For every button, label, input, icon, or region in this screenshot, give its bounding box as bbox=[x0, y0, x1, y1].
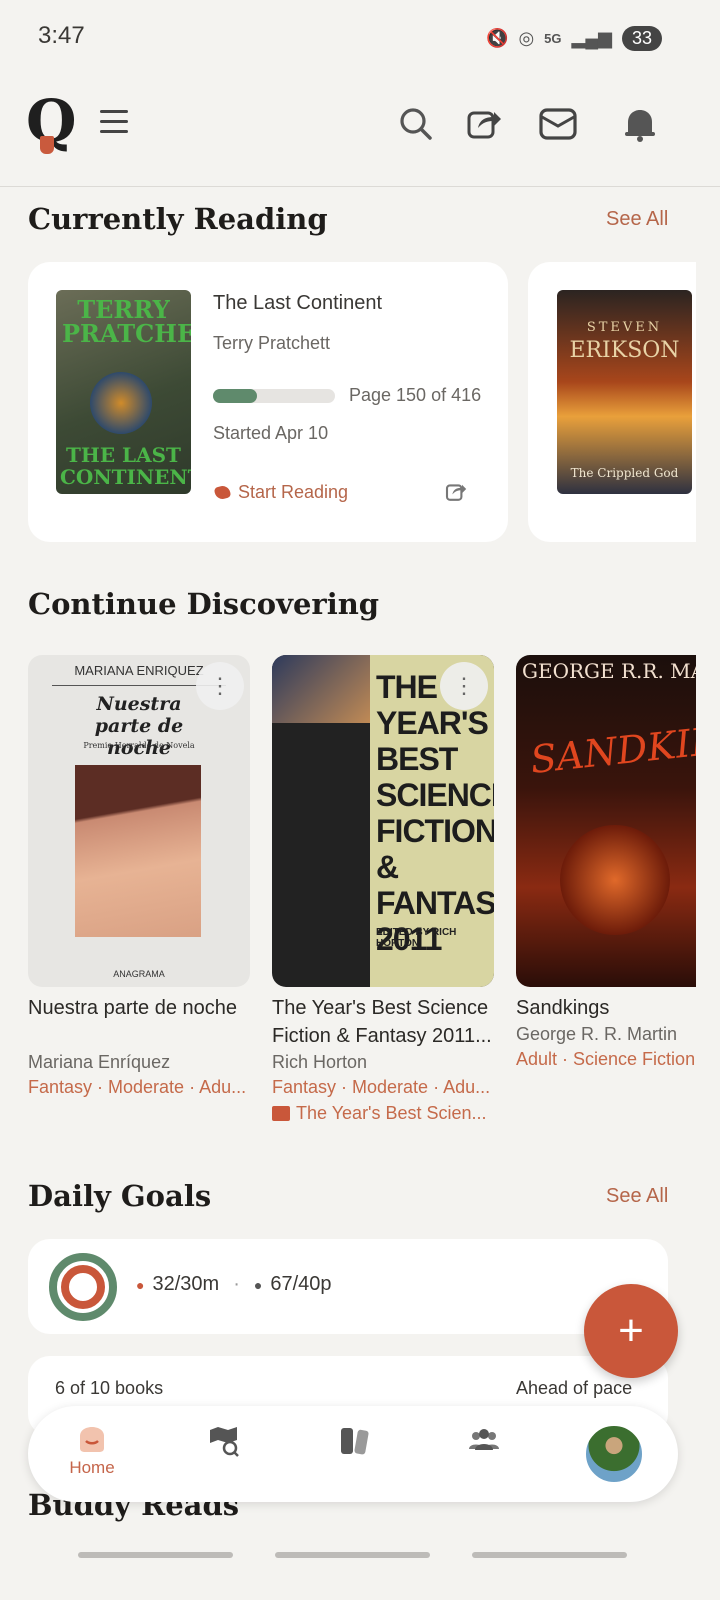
menu-icon[interactable] bbox=[100, 110, 128, 136]
nav-library[interactable] bbox=[324, 1424, 384, 1484]
next-book-card[interactable]: STEVEN ERIKSON The Crippled God bbox=[528, 262, 696, 542]
nav-discover[interactable] bbox=[194, 1424, 254, 1484]
status-time: 3:47 bbox=[38, 22, 85, 49]
page-progress-text: Page 150 of 416 bbox=[349, 385, 482, 405]
header-divider bbox=[0, 186, 720, 187]
goal-separator: · bbox=[233, 1273, 240, 1295]
goal-rings-icon bbox=[48, 1252, 118, 1322]
started-date: Started Apr 10 bbox=[213, 423, 329, 443]
scroll-indicator-3 bbox=[472, 1552, 627, 1558]
series-book-icon bbox=[272, 1106, 290, 1121]
logo-tail bbox=[40, 136, 54, 154]
next-cover-title: The Crippled God bbox=[570, 466, 679, 480]
minutes-dot-icon: ● bbox=[136, 1276, 145, 1293]
start-reading-label: Start Reading bbox=[238, 482, 349, 502]
goal-stats: ● 32/30m · ● 67/40p bbox=[136, 1273, 332, 1296]
book-2-more-icon[interactable]: ⋮ bbox=[440, 662, 488, 710]
current-book-card[interactable]: TERRY PRATCHETT THE LAST CONTINENT The L… bbox=[28, 262, 508, 542]
cover-bottom-text: THE LAST CONTINENT bbox=[60, 443, 191, 489]
cover-3-author: GEORGE R.R. MARTIN bbox=[522, 659, 696, 683]
cover-2-title: THE YEAR'S BEST SCIENCE FICTION & FANTAS… bbox=[376, 669, 494, 957]
minutes-goal: 32/30m bbox=[152, 1273, 220, 1295]
current-book-author[interactable]: Terry Pratchett bbox=[213, 333, 330, 354]
avatar bbox=[584, 1424, 644, 1484]
reading-progress-fill bbox=[213, 389, 257, 403]
add-button[interactable]: + bbox=[584, 1284, 678, 1378]
inbox-icon[interactable] bbox=[538, 104, 578, 144]
card-share-icon[interactable] bbox=[444, 480, 468, 509]
cover-2-editor: EDITED BY RICH HORTON bbox=[376, 927, 457, 949]
start-reading-button[interactable]: Start Reading bbox=[213, 482, 349, 503]
discover-book-2-author[interactable]: Rich Horton bbox=[272, 1052, 367, 1073]
discover-book-3-author[interactable]: George R. R. Martin bbox=[516, 1024, 677, 1045]
currently-reading-title: Currently Reading bbox=[28, 202, 328, 236]
books-goal-text: 6 of 10 books bbox=[55, 1378, 164, 1398]
daily-goals-card[interactable]: ● 32/30m · ● 67/40p bbox=[28, 1239, 668, 1334]
reading-progress-bar bbox=[213, 389, 335, 403]
signal-icon: ▂▄▆ bbox=[571, 28, 612, 48]
nav-community[interactable] bbox=[454, 1424, 514, 1484]
plus-icon: + bbox=[618, 1306, 644, 1355]
daily-goals-title: Daily Goals bbox=[28, 1179, 212, 1213]
discover-book-1-author[interactable]: Mariana Enríquez bbox=[28, 1052, 170, 1073]
series-label: The Year's Best Scien... bbox=[296, 1103, 487, 1123]
status-icons: 🔇 ◎ 5G ▂▄▆ 33 bbox=[486, 26, 662, 51]
book-1-more-icon[interactable]: ⋮ bbox=[196, 662, 244, 710]
cover-1-art bbox=[75, 765, 201, 937]
discover-book-3-tags: Adult · Science Fiction bbox=[516, 1049, 696, 1069]
pace-text: Ahead of pace bbox=[516, 1378, 633, 1398]
cover-3-title: SANDKINGS bbox=[528, 712, 696, 782]
bell-icon[interactable] bbox=[620, 104, 660, 144]
battery-badge: 33 bbox=[621, 26, 662, 51]
next-cover-author: ERIKSON bbox=[569, 338, 680, 363]
search-icon[interactable] bbox=[396, 104, 436, 144]
daily-goals-see-all[interactable]: See All bbox=[606, 1185, 668, 1208]
cover-3-art bbox=[560, 825, 670, 935]
scroll-indicator-2 bbox=[275, 1552, 430, 1558]
share-icon[interactable] bbox=[464, 104, 504, 144]
cover-1-publisher: ANAGRAMA bbox=[113, 969, 165, 979]
nav-profile[interactable] bbox=[584, 1424, 644, 1484]
map-search-icon bbox=[210, 1427, 239, 1457]
discover-cover-3[interactable]: GEORGE R.R. MARTIN SANDKINGS bbox=[516, 655, 696, 987]
discover-book-2-tags: Fantasy · Moderate · Adu... bbox=[272, 1077, 491, 1097]
mute-icon: 🔇 bbox=[486, 28, 509, 48]
home-icon bbox=[80, 1427, 104, 1452]
discover-book-1-tags: Fantasy · Moderate · Adu... bbox=[28, 1077, 247, 1097]
scroll-indicator-1 bbox=[78, 1552, 233, 1558]
next-book-cover[interactable]: STEVEN ERIKSON The Crippled God bbox=[557, 290, 692, 494]
pages-dot-icon: ● bbox=[253, 1276, 263, 1293]
network-label: 5G bbox=[544, 31, 562, 46]
cover-1-subtitle: Premio Herralde de Novela bbox=[83, 741, 195, 750]
book-flame-icon bbox=[213, 484, 232, 501]
nav-home[interactable]: Home bbox=[62, 1424, 122, 1484]
nav-home-label: Home bbox=[69, 1458, 115, 1477]
discover-book-3-title[interactable]: Sandkings bbox=[516, 994, 609, 1022]
people-icon bbox=[469, 1429, 499, 1450]
current-book-cover[interactable]: TERRY PRATCHETT THE LAST CONTINENT bbox=[56, 290, 191, 494]
discover-book-2-title[interactable]: The Year's Best Science Fiction & Fantas… bbox=[272, 994, 498, 1050]
cover-2-art bbox=[272, 655, 370, 723]
hotspot-icon: ◎ bbox=[518, 28, 535, 48]
currently-reading-see-all[interactable]: See All bbox=[606, 208, 668, 231]
cover-globe bbox=[90, 372, 152, 434]
next-cover-top: STEVEN bbox=[586, 320, 663, 335]
bottom-nav: Home bbox=[28, 1406, 678, 1502]
cover-top-text: TERRY PRATCHETT bbox=[62, 295, 191, 348]
books-icon bbox=[341, 1428, 369, 1455]
discover-book-1-title[interactable]: Nuestra parte de noche bbox=[28, 994, 250, 1022]
continue-discovering-title: Continue Discovering bbox=[28, 587, 380, 621]
discover-book-2-series[interactable]: The Year's Best Scien... bbox=[272, 1103, 494, 1124]
app-logo[interactable]: Q bbox=[26, 92, 77, 154]
pages-goal: 67/40p bbox=[270, 1273, 332, 1295]
current-book-title[interactable]: The Last Continent bbox=[213, 292, 382, 315]
